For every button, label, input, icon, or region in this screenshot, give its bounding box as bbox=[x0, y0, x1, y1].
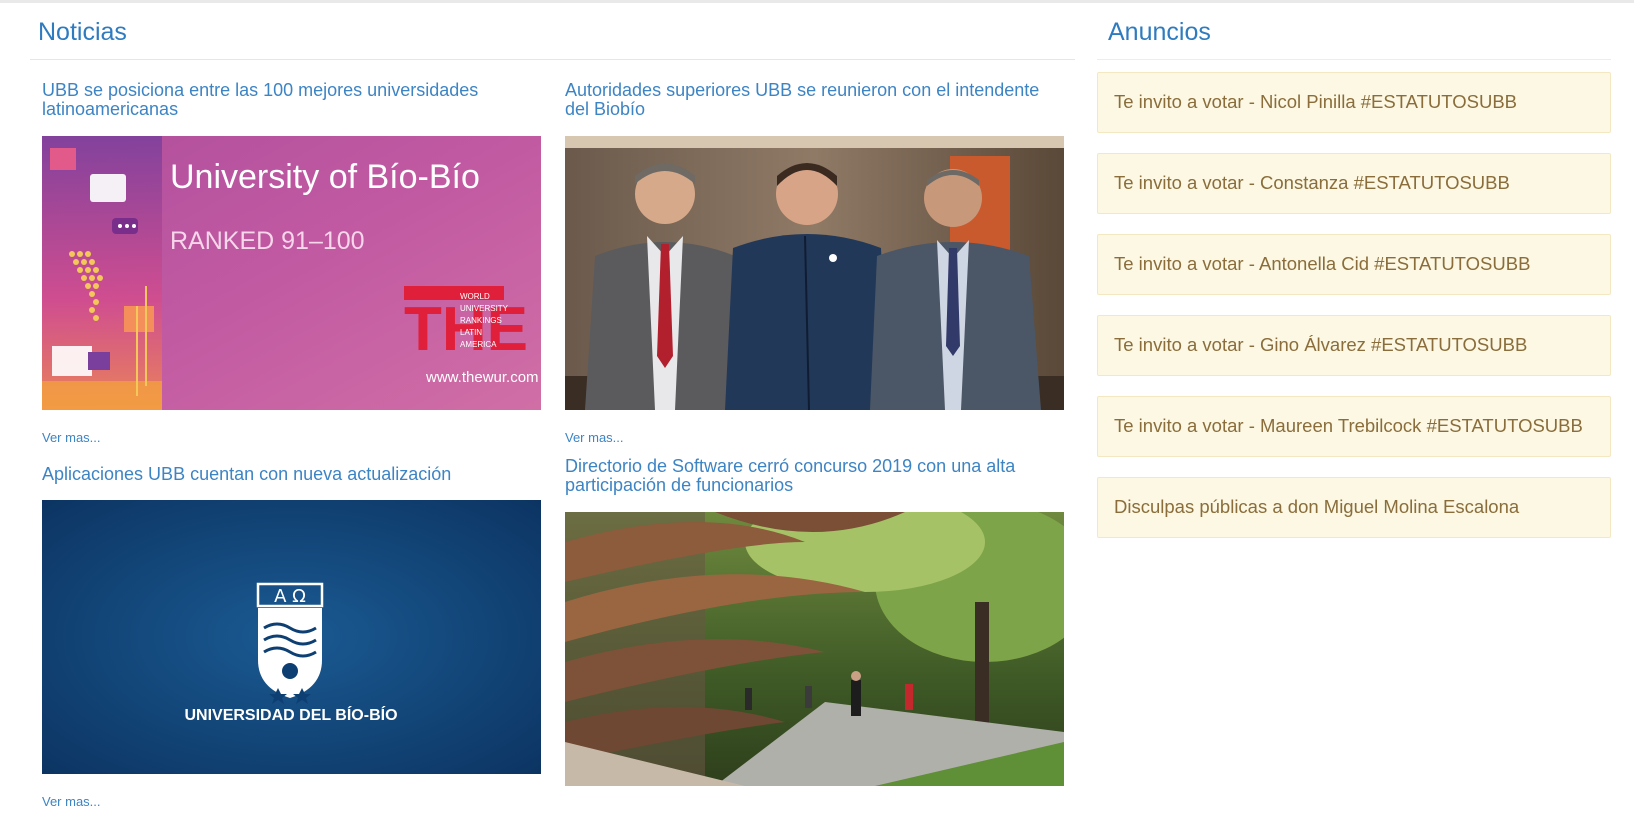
announcement-item[interactable]: Disculpas públicas a don Miguel Molina E… bbox=[1097, 477, 1611, 538]
announcement-item[interactable]: Te invito a votar - Maureen Trebilcock #… bbox=[1097, 396, 1611, 457]
news-title-link[interactable]: Autoridades superiores UBB se reunieron … bbox=[565, 81, 1064, 119]
news-heading: Noticias bbox=[30, 0, 1075, 60]
the-logo-line-5: AMERICA bbox=[460, 340, 497, 349]
news-title-link[interactable]: Aplicaciones UBB cuentan con nueva actua… bbox=[42, 465, 541, 484]
news-title-link[interactable]: Directorio de Software cerró concurso 20… bbox=[565, 457, 1064, 495]
the-logo-line-4: LATIN bbox=[460, 328, 482, 337]
ver-mas-link[interactable]: Ver mas... bbox=[42, 430, 541, 445]
news-image-ranking[interactable]: University of Bío-Bío RANKED 91–100 THE … bbox=[42, 136, 541, 410]
announcements-list: Te invito a votar - Nicol Pinilla #ESTAT… bbox=[1097, 60, 1611, 538]
announcement-item[interactable]: Te invito a votar - Gino Álvarez #ESTATU… bbox=[1097, 315, 1611, 376]
the-logo-line-1: WORLD bbox=[460, 292, 490, 301]
news-item: UBB se posiciona entre las 100 mejores u… bbox=[42, 81, 541, 445]
ver-mas-link[interactable]: Ver mas... bbox=[42, 794, 541, 809]
news-item: Directorio de Software cerró concurso 20… bbox=[565, 457, 1064, 786]
ranking-banner-graphic: University of Bío-Bío RANKED 91–100 THE … bbox=[42, 136, 541, 410]
sculpture-photo-graphic bbox=[565, 512, 1064, 786]
ranking-subline: RANKED 91–100 bbox=[170, 227, 365, 255]
ranking-headline: University of Bío-Bío bbox=[170, 158, 480, 196]
ranking-url: www.thewur.com bbox=[425, 369, 539, 386]
announcement-item[interactable]: Te invito a votar - Constanza #ESTATUTOS… bbox=[1097, 153, 1611, 214]
ver-mas-link[interactable]: Ver mas... bbox=[565, 430, 1064, 445]
the-logo-line-3: RANKINGS bbox=[460, 316, 502, 325]
news-item: Autoridades superiores UBB se reunieron … bbox=[565, 81, 1064, 445]
crest-letters: A Ω bbox=[274, 586, 306, 607]
announcements-heading: Anuncios bbox=[1097, 0, 1611, 60]
announcement-item[interactable]: Te invito a votar - Nicol Pinilla #ESTAT… bbox=[1097, 72, 1611, 133]
news-image-authorities[interactable] bbox=[565, 136, 1064, 410]
news-item: Aplicaciones UBB cuentan con nueva actua… bbox=[42, 465, 541, 809]
announcement-item[interactable]: Te invito a votar - Antonella Cid #ESTAT… bbox=[1097, 234, 1611, 295]
news-title-link[interactable]: UBB se posiciona entre las 100 mejores u… bbox=[42, 81, 541, 119]
the-logo-line-2: UNIVERSITY bbox=[460, 304, 509, 313]
ubb-logo-graphic: A Ω UNIVERSIDAD DEL BÍO-BÍO bbox=[42, 500, 541, 774]
university-caption: UNIVERSIDAD DEL BÍO-BÍO bbox=[184, 705, 397, 724]
announcements-section: Anuncios Te invito a votar - Nicol Pinil… bbox=[1097, 0, 1611, 558]
news-image-apps[interactable]: A Ω UNIVERSIDAD DEL BÍO-BÍO bbox=[42, 500, 541, 774]
news-section: Noticias UBB se posiciona entre las 100 … bbox=[30, 0, 1075, 827]
news-image-sculpture[interactable] bbox=[565, 512, 1064, 786]
authorities-photo-graphic bbox=[565, 136, 1064, 410]
news-grid: UBB se posiciona entre las 100 mejores u… bbox=[30, 60, 1075, 827]
